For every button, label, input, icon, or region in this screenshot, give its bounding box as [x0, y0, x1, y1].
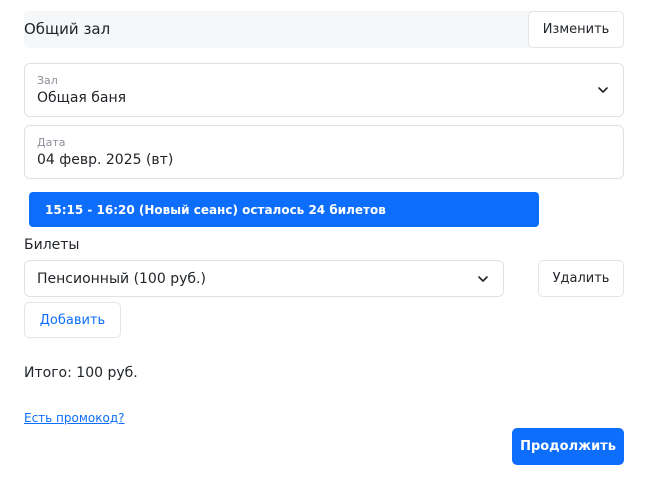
- total-price: Итого: 100 руб.: [24, 365, 138, 381]
- tickets-label: Билеты: [24, 237, 80, 253]
- session-option[interactable]: 15:15 - 16:20 (Новый сеанс) осталось 24 …: [29, 192, 539, 227]
- hall-select[interactable]: Зал Общая баня: [24, 63, 624, 117]
- date-field-value: 04 февр. 2025 (вт): [37, 152, 174, 168]
- date-field[interactable]: Дата 04 февр. 2025 (вт): [24, 125, 624, 179]
- change-hall-button[interactable]: Изменить: [528, 11, 624, 48]
- delete-ticket-button[interactable]: Удалить: [538, 260, 624, 297]
- chevron-down-icon: [598, 87, 608, 93]
- add-ticket-button[interactable]: Добавить: [24, 302, 121, 338]
- continue-button[interactable]: Продолжить: [512, 428, 624, 465]
- ticket-type-value: Пенсионный (100 руб.): [37, 271, 206, 287]
- hall-select-label: Зал: [37, 74, 58, 87]
- hall-title: Общий зал: [24, 20, 111, 38]
- session-text: 15:15 - 16:20 (Новый сеанс) осталось 24 …: [45, 202, 386, 217]
- ticket-type-select[interactable]: Пенсионный (100 руб.): [24, 260, 504, 297]
- date-field-label: Дата: [37, 136, 66, 149]
- chevron-down-icon: [478, 276, 488, 282]
- promo-code-link[interactable]: Есть промокод?: [24, 411, 125, 425]
- hall-select-value: Общая баня: [37, 90, 127, 106]
